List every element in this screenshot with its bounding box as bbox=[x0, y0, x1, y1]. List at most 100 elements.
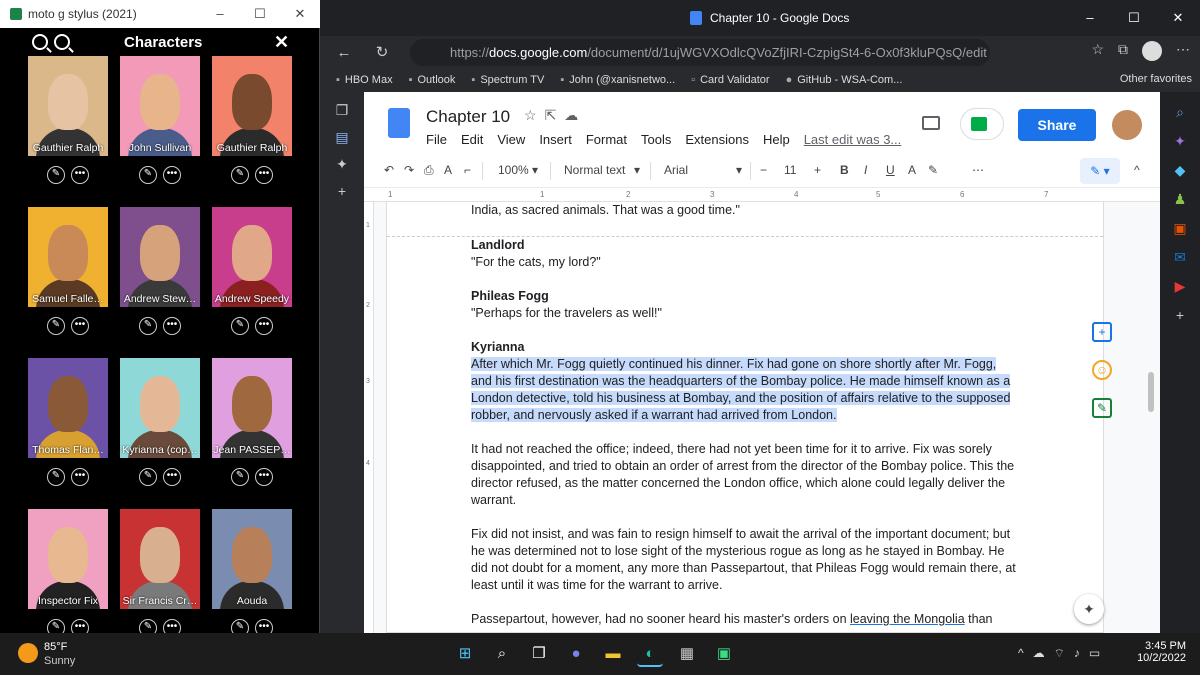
text-color-button[interactable]: A bbox=[908, 163, 916, 177]
editing-mode-button[interactable]: ✎ ▾ bbox=[1080, 158, 1120, 184]
character-card[interactable]: Andrew Speedy bbox=[212, 207, 292, 307]
docs-logo-icon[interactable] bbox=[388, 108, 410, 138]
refresh-icon[interactable]: ↻ bbox=[368, 43, 396, 61]
youtube-icon[interactable]: ▶ bbox=[1160, 278, 1200, 295]
last-edit-link[interactable]: Last edit was 3... bbox=[804, 132, 902, 147]
office-icon[interactable]: ▣ bbox=[1160, 220, 1200, 237]
search-icon[interactable]: ⌕ bbox=[489, 641, 515, 667]
task-view-icon[interactable]: ❐ bbox=[526, 641, 552, 667]
menu-insert[interactable]: Insert bbox=[539, 132, 572, 147]
bold-button[interactable]: B bbox=[840, 163, 849, 177]
paint-format-icon[interactable]: ⌐ bbox=[464, 163, 471, 177]
character-card[interactable]: Thomas Flan… bbox=[28, 358, 108, 458]
edit-icon[interactable]: ✎ bbox=[47, 468, 65, 486]
profile-avatar[interactable] bbox=[1142, 41, 1162, 61]
tools-icon[interactable]: ◆ bbox=[1160, 162, 1200, 179]
teams-chat-icon[interactable]: ● bbox=[563, 641, 589, 667]
settings-menu-icon[interactable]: ⋯ bbox=[1176, 41, 1190, 61]
edit-icon[interactable]: ✎ bbox=[47, 166, 65, 184]
twitter-icon[interactable]: ✦ bbox=[320, 156, 364, 173]
comments-icon[interactable] bbox=[922, 116, 940, 130]
docs-app-icon[interactable]: ▤ bbox=[320, 129, 364, 146]
more-icon[interactable]: ••• bbox=[71, 166, 89, 184]
highlight-icon[interactable]: ✎ bbox=[928, 163, 938, 177]
character-card[interactable]: Sir Francis Cr… bbox=[120, 509, 200, 609]
close-button[interactable]: ✕ bbox=[280, 0, 320, 28]
redo-icon[interactable]: ↷ bbox=[404, 163, 414, 177]
character-card[interactable]: Aouda bbox=[212, 509, 292, 609]
edit-icon[interactable]: ✎ bbox=[231, 317, 249, 335]
edit-icon[interactable]: ✎ bbox=[47, 317, 65, 335]
move-icon[interactable]: ⇱ bbox=[545, 107, 565, 123]
zoom-in-icon[interactable] bbox=[54, 34, 70, 50]
browser-minimize-button[interactable]: – bbox=[1068, 0, 1112, 36]
print-icon[interactable]: ⎙ bbox=[424, 163, 434, 178]
store-icon[interactable]: ▦ bbox=[674, 641, 700, 667]
more-icon[interactable]: ••• bbox=[71, 468, 89, 486]
character-card[interactable]: Kyrianna (cop… bbox=[120, 358, 200, 458]
clock[interactable]: 3:45 PM 10/2/2022 bbox=[1116, 640, 1186, 664]
menu-view[interactable]: View bbox=[497, 132, 525, 147]
browser-close-button[interactable]: ✕ bbox=[1156, 0, 1200, 36]
more-icon[interactable]: ••• bbox=[71, 317, 89, 335]
document-body[interactable]: India, as sacred animals. That was a goo… bbox=[471, 202, 1019, 633]
character-card[interactable]: Andrew Stew… bbox=[120, 207, 200, 307]
favorites-star-icon[interactable]: ☆ bbox=[1091, 41, 1104, 61]
add-comment-icon[interactable]: + bbox=[1092, 322, 1112, 342]
undo-icon[interactable]: ↶ bbox=[384, 163, 394, 177]
paragraph[interactable]: Passepartout, however, had no sooner hea… bbox=[471, 611, 1019, 628]
explore-button[interactable]: ✦ bbox=[1074, 594, 1104, 624]
emoji-reaction-icon[interactable]: ☺ bbox=[1092, 360, 1112, 380]
back-icon[interactable]: ← bbox=[330, 44, 358, 61]
add-sidebar-icon[interactable]: + bbox=[1160, 307, 1200, 323]
android-app-icon[interactable]: ▣ bbox=[711, 641, 737, 667]
character-card[interactable]: Samuel Falle… bbox=[28, 207, 108, 307]
start-icon[interactable]: ⊞ bbox=[452, 641, 478, 667]
paragraph[interactable]: Phileas Fogg "Perhaps for the travelers a… bbox=[471, 288, 1019, 322]
edge-icon[interactable]: ◐ bbox=[637, 641, 663, 667]
games-icon[interactable]: ♟ bbox=[1160, 191, 1200, 208]
favorite-link[interactable]: ▪ John (@xanisnetwo... bbox=[560, 74, 675, 86]
edit-icon[interactable]: ✎ bbox=[139, 317, 157, 335]
favorite-link[interactable]: ▪ Outlook bbox=[409, 74, 456, 86]
zoom-out-icon[interactable] bbox=[32, 34, 48, 50]
shopping-icon[interactable]: ✦ bbox=[1160, 133, 1200, 150]
weather-sun-icon[interactable] bbox=[18, 643, 38, 663]
character-card[interactable]: John Sullivan bbox=[120, 56, 200, 156]
edit-icon[interactable]: ✎ bbox=[231, 468, 249, 486]
menu-format[interactable]: Format bbox=[586, 132, 627, 147]
browser-maximize-button[interactable]: ☐ bbox=[1112, 0, 1156, 36]
paragraph[interactable]: India, as sacred animals. That was a goo… bbox=[471, 202, 1019, 219]
character-card[interactable]: Inspector Fix bbox=[28, 509, 108, 609]
more-options-icon[interactable]: ⋯ bbox=[972, 163, 984, 177]
paragraph[interactable]: Fix did not insist, and was fain to resi… bbox=[471, 526, 1019, 594]
address-bar[interactable]: https://docs.google.com/document/d/1ujWG… bbox=[410, 39, 990, 66]
tab-actions-icon[interactable]: ❐ bbox=[320, 102, 364, 119]
outlook-icon[interactable]: ✉ bbox=[1160, 249, 1200, 266]
character-card[interactable]: Jean PASSEP… bbox=[212, 358, 292, 458]
decrease-size-button[interactable]: − bbox=[760, 163, 767, 177]
italic-button[interactable]: I bbox=[864, 163, 867, 177]
search-icon[interactable]: ⌕ bbox=[1160, 104, 1200, 121]
system-tray[interactable]: ^☁⌔♪▭ bbox=[1018, 646, 1109, 661]
favorite-link[interactable]: ▪ HBO Max bbox=[336, 74, 393, 86]
edit-icon[interactable]: ✎ bbox=[231, 166, 249, 184]
spellcheck-icon[interactable]: A bbox=[444, 163, 452, 177]
menu-help[interactable]: Help bbox=[763, 132, 790, 147]
more-icon[interactable]: ••• bbox=[255, 468, 273, 486]
increase-size-button[interactable]: + bbox=[814, 163, 821, 177]
star-icon[interactable]: ☆ bbox=[524, 107, 545, 123]
more-icon[interactable]: ••• bbox=[163, 317, 181, 335]
character-card[interactable]: Gauthier Ralph bbox=[212, 56, 292, 156]
other-favorites-folder[interactable]: Other favorites bbox=[1120, 73, 1192, 85]
favorite-link[interactable]: ▫ Card Validator bbox=[691, 74, 769, 86]
menu-edit[interactable]: Edit bbox=[461, 132, 483, 147]
edit-icon[interactable]: ✎ bbox=[139, 468, 157, 486]
paragraph[interactable]: Landlord "For the cats, my lord?" bbox=[471, 237, 1019, 271]
scrollbar-thumb[interactable] bbox=[1148, 372, 1154, 412]
minimize-button[interactable]: – bbox=[200, 0, 240, 28]
maximize-button[interactable]: ☐ bbox=[240, 0, 280, 28]
edit-icon[interactable]: ✎ bbox=[139, 166, 157, 184]
zoom-select[interactable]: 100% bbox=[498, 163, 529, 177]
underline-button[interactable]: U bbox=[886, 163, 895, 177]
